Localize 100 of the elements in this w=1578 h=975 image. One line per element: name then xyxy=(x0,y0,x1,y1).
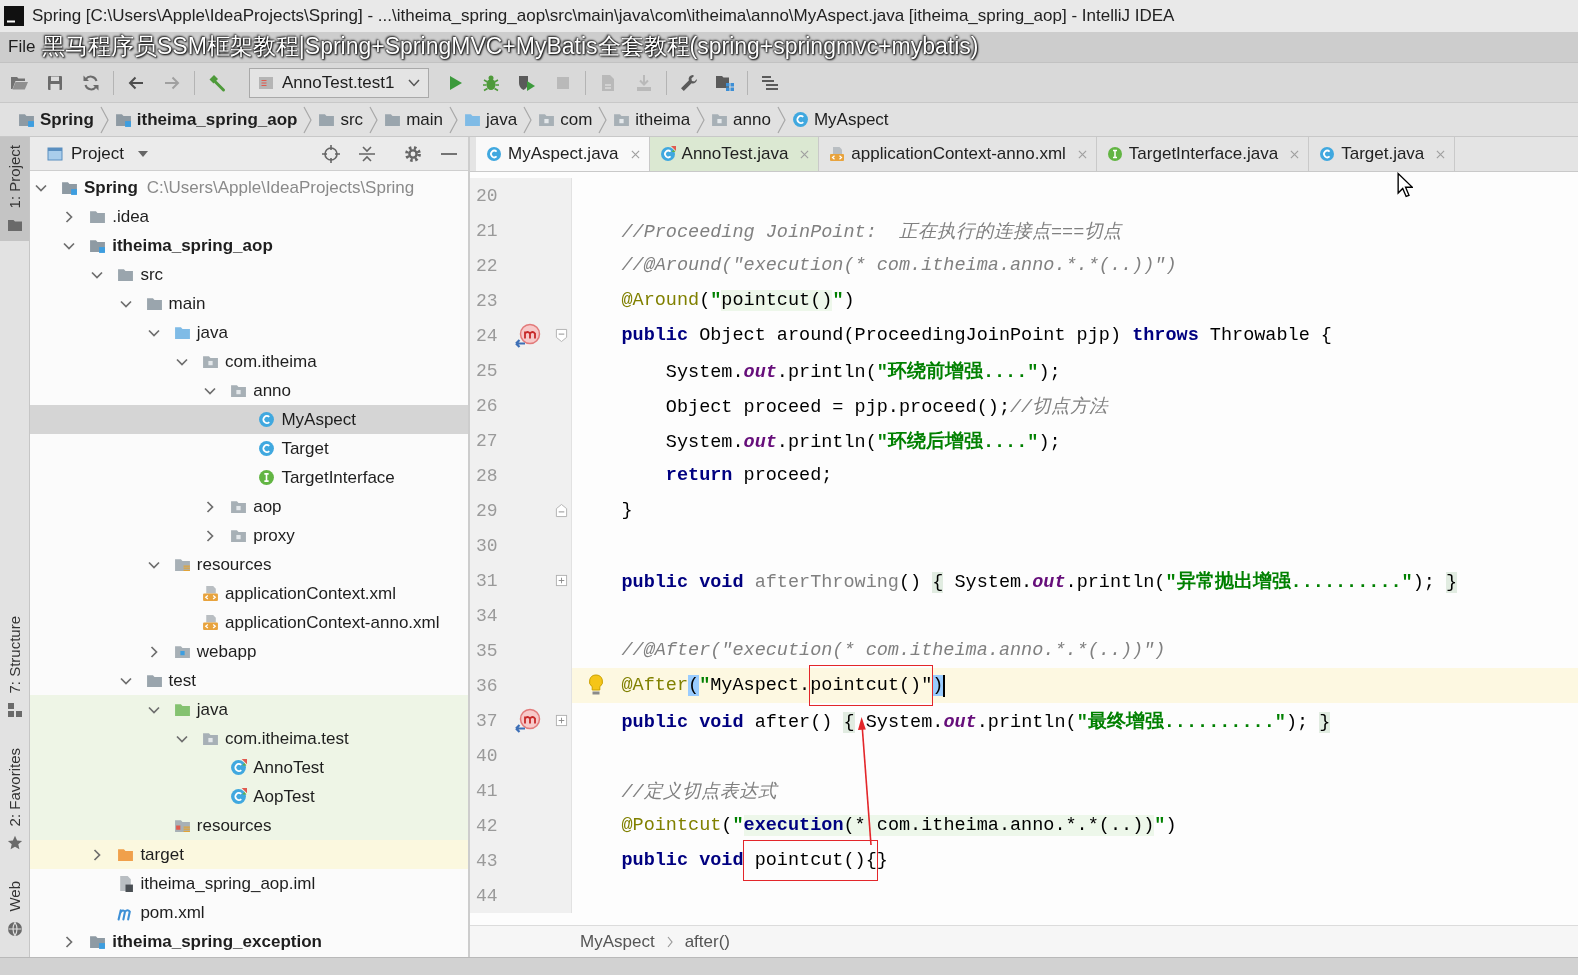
breadcrumb-item[interactable]: Spring xyxy=(12,109,100,130)
tree-item[interactable]: itheima_spring_aop.iml xyxy=(89,873,319,894)
package-icon xyxy=(202,353,219,370)
method-marker-icon[interactable] xyxy=(514,707,543,734)
app-logo-icon xyxy=(4,6,24,26)
close-icon[interactable] xyxy=(630,149,640,159)
mouse-pointer-icon xyxy=(1397,172,1413,198)
test-class-icon xyxy=(659,146,676,162)
line-number: 37 xyxy=(475,710,499,731)
code-line: public Object around(ProceedingJoinPoint pjp) throws Throwable { xyxy=(621,325,1332,346)
wrench-icon[interactable] xyxy=(679,72,700,93)
chevron-right-icon xyxy=(696,105,706,134)
editor-tab[interactable]: TargetInterface.java xyxy=(1096,137,1310,171)
tree-item[interactable]: itheima_spring_aop xyxy=(61,235,276,256)
code-line: System.out.println("环绕前增强...."); xyxy=(665,360,1061,383)
tree-item[interactable]: java xyxy=(145,322,231,343)
panel-title[interactable]: Project xyxy=(71,143,124,164)
breadcrumb-item[interactable]: itheima_spring_aop xyxy=(108,109,304,130)
window-title: Spring [C:\Users\Apple\IdeaProjects\Spring] - ...\itheima_spring_aop\src\main\java\com\itheima\anno\MyAspect.java [itheima_spring_aop] - IntelliJ IDEA xyxy=(32,6,1175,26)
crosshair-icon[interactable] xyxy=(322,144,340,163)
settings-icon[interactable] xyxy=(404,144,422,163)
breadcrumb-item[interactable]: after() xyxy=(684,931,730,952)
project-path: C:\Users\Apple\IdeaProjects\Spring xyxy=(146,177,415,198)
module-folder-icon xyxy=(114,111,132,128)
grid-icon xyxy=(6,702,23,719)
resources-folder-icon xyxy=(173,556,191,573)
tool-window-button[interactable]: 2: Favorites xyxy=(0,740,29,860)
test-class-icon xyxy=(230,788,248,805)
collapse-icon[interactable] xyxy=(358,144,376,163)
run-config-dropdown[interactable]: AnnoTest.test1 xyxy=(249,67,430,98)
tree-item[interactable]: .idea xyxy=(61,206,153,227)
tree-item[interactable]: TargetInterface xyxy=(230,467,398,488)
editor-tab[interactable]: applicationContext-anno.xml xyxy=(819,137,1097,171)
fold-plus-icon[interactable] xyxy=(554,573,568,588)
tree-item[interactable]: applicationContext.xml xyxy=(174,583,400,604)
fold-plus-icon[interactable] xyxy=(554,713,568,728)
code-line: public void pointcut(){} xyxy=(621,839,888,882)
chevron-right-icon xyxy=(776,105,786,134)
line-number: 24 xyxy=(475,325,499,346)
tool-window-button[interactable]: Web xyxy=(0,873,29,945)
line-number: 29 xyxy=(475,500,499,521)
breadcrumb-item[interactable]: com xyxy=(532,109,599,130)
tree-item[interactable]: itheima_spring_exception xyxy=(61,931,325,952)
tree-item[interactable]: aop xyxy=(202,496,285,517)
menu-item[interactable]: File xyxy=(8,37,36,57)
tree-item[interactable]: AopTest xyxy=(202,786,318,807)
tree-item[interactable]: src xyxy=(89,264,167,285)
editor-tab[interactable]: AnnoTest.java xyxy=(649,137,820,171)
tool-window-button[interactable]: 1: Project xyxy=(0,137,29,242)
tree-item[interactable]: proxy xyxy=(202,525,298,546)
breadcrumb-item[interactable]: MyAspect xyxy=(580,931,655,952)
tree-item[interactable]: test xyxy=(117,670,199,691)
test-config-icon xyxy=(258,74,274,91)
tree-item[interactable]: target xyxy=(89,844,187,865)
code-line: } xyxy=(621,500,633,521)
excluded-folder-icon xyxy=(117,846,135,863)
test-folder-icon xyxy=(173,701,191,718)
code-line: //定义切点表达式 xyxy=(621,780,777,803)
breadcrumb-item[interactable]: src xyxy=(312,109,370,130)
breadcrumb-item[interactable]: java xyxy=(458,109,524,130)
module-folder-icon xyxy=(89,933,107,950)
line-number: 22 xyxy=(475,255,499,276)
tree-item[interactable]: Spring C:\Users\Apple\IdeaProjects\Spring xyxy=(33,177,418,198)
tree-item[interactable]: applicationContext-anno.xml xyxy=(174,612,443,633)
window-icon xyxy=(47,145,63,162)
module-folder-icon xyxy=(61,179,78,196)
tree-item[interactable]: main xyxy=(117,293,209,314)
video-title-overlay: 黑马程序员SSM框架教程|Spring+SpringMVC+MyBatis全套教程(spring+springmvc+mybatis) xyxy=(42,32,979,62)
tree-item[interactable]: java xyxy=(145,699,231,720)
hammer-icon[interactable] xyxy=(207,72,227,93)
editor-tab[interactable]: MyAspect.java xyxy=(476,137,650,171)
line-number: 21 xyxy=(475,220,499,241)
editor-tab[interactable]: Target.java xyxy=(1309,137,1456,171)
code-line: System.out.println("环绕后增强...."); xyxy=(665,430,1061,453)
chevron-right-icon xyxy=(99,105,109,134)
tree-item[interactable]: com.itheima xyxy=(174,351,320,372)
tree-item[interactable]: pom.xml xyxy=(89,902,208,923)
folder-icon xyxy=(145,295,163,312)
line-number: 26 xyxy=(475,395,499,416)
folder-icon xyxy=(318,111,336,128)
tree-item[interactable]: webapp xyxy=(145,641,260,662)
line-number: 23 xyxy=(475,290,499,311)
chevron-right-icon xyxy=(598,105,608,134)
tree-item[interactable]: resources xyxy=(145,554,275,575)
tree-item[interactable]: anno xyxy=(202,380,294,401)
breadcrumb-item[interactable]: main xyxy=(378,109,449,130)
breadcrumb-item[interactable]: MyAspect xyxy=(785,109,895,130)
line-number: 34 xyxy=(475,605,499,626)
tool-window-button[interactable]: 7: Structure xyxy=(0,607,29,727)
breadcrumb-item[interactable]: itheima xyxy=(607,109,697,130)
class-icon xyxy=(258,440,276,457)
caret-down-icon[interactable] xyxy=(137,150,148,157)
bulb-icon[interactable] xyxy=(588,674,604,696)
method-marker-icon[interactable] xyxy=(514,322,543,349)
chevron-right-icon xyxy=(369,105,379,134)
source-folder-icon xyxy=(173,324,191,341)
breadcrumb-item[interactable]: anno xyxy=(705,109,777,130)
web-folder-icon xyxy=(173,643,191,660)
test-resources-folder-icon xyxy=(173,817,191,834)
tree-item[interactable]: Target xyxy=(230,438,332,459)
